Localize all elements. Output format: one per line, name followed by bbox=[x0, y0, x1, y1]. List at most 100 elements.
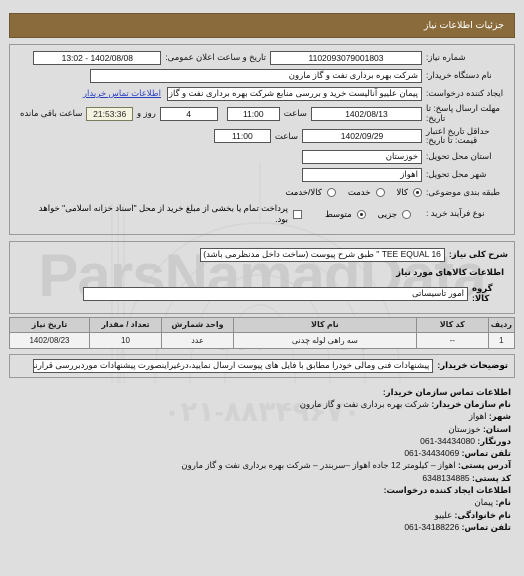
contact-field-fax-key: دورنگار: bbox=[477, 435, 511, 446]
goods-group-value: امور تاسیساتی bbox=[83, 286, 468, 301]
countdown-timer-label: ساعت باقی مانده bbox=[20, 108, 83, 119]
contact-field-org-key: نام سازمان خریدار: bbox=[431, 398, 511, 409]
contact-org-heading: اطلاعات تماس سازمان خریدار: bbox=[382, 386, 511, 397]
contact-field-province-value: خوزستان bbox=[448, 423, 481, 434]
cell-name: سه راهی لوله چدنی bbox=[233, 331, 417, 349]
radio-category-goods-service-label: کالا/خدمت bbox=[285, 187, 322, 198]
contact-field-org-value: شرکت بهره برداری نفت و گاز مارون bbox=[299, 398, 429, 409]
items-table: ردیف کد کالا نام کالا واحد شمارش تعداد /… bbox=[9, 316, 516, 349]
contact-field-org: نام سازمان خریدار: شرکت بهره برداری نفت … bbox=[13, 398, 511, 410]
contact-field-city-value: اهواز bbox=[468, 411, 487, 422]
contact-field-postal-key: کد پستی: bbox=[472, 472, 511, 483]
radio-process-medium-label: متوسط bbox=[324, 208, 352, 219]
radio-category-goods[interactable] bbox=[413, 188, 422, 198]
cell-radif: 1 bbox=[487, 331, 516, 349]
col-header-qty: تعداد / مقدار bbox=[89, 316, 162, 333]
contact-field-fax: دورنگار: 34434080-061 bbox=[13, 435, 511, 447]
contact-info-block: اطلاعات تماس سازمان خریدار: نام سازمان خ… bbox=[9, 386, 515, 534]
deadline-time-value: 11:00 bbox=[226, 106, 280, 121]
col-header-date: تاریخ نیاز bbox=[9, 316, 90, 333]
col-header-radif: ردیف bbox=[487, 316, 516, 333]
contact-field-province: استان: خوزستان bbox=[13, 423, 511, 435]
summary-label: شرح کلی نیاز: bbox=[448, 248, 508, 259]
cell-date: 1402/08/23 bbox=[9, 331, 90, 349]
deadline-time-label: ساعت bbox=[283, 108, 307, 119]
contact-field-fax-value: 34434080-061 bbox=[420, 435, 476, 446]
remaining-days-label: روز و bbox=[137, 108, 156, 119]
buyer-notes-label: توضیحات خریدار: bbox=[437, 360, 508, 371]
price-validity-date-value: 1402/09/29 bbox=[302, 129, 422, 144]
requester-value: پیمان علییو آنالیست خرید و بررسی منابع ش… bbox=[167, 86, 422, 101]
contact-field-phone-key: تلفن تماس: bbox=[461, 448, 511, 459]
need-number-value: 1102093079001803 bbox=[270, 50, 422, 65]
remaining-days-value: 4 bbox=[159, 106, 218, 121]
table-row: 1 -- سه راهی لوله چدنی عدد 10 1402/08/23 bbox=[9, 331, 516, 349]
deadline-label: مهلت ارسال پاسخ: تا تاریخ: bbox=[426, 103, 500, 123]
goods-info-heading: اطلاعات کالاهای مورد نیاز bbox=[396, 267, 504, 278]
requester-label: ایجاد کننده درخواست: bbox=[426, 87, 504, 98]
radio-category-goods-label: کالا bbox=[396, 187, 408, 198]
requester-field-lastname-value: علییو bbox=[434, 509, 453, 520]
category-radio-group[interactable]: کالا خدمت کالا/خدمت bbox=[276, 187, 422, 198]
page-title: جزئیات اطلاعات نیاز bbox=[9, 13, 515, 38]
radio-process-medium[interactable] bbox=[356, 209, 366, 219]
city-value: اهواز bbox=[302, 167, 422, 182]
col-header-unit: واحد شمارش bbox=[161, 316, 234, 333]
radio-category-goods-service[interactable] bbox=[326, 188, 336, 198]
need-details-panel: شماره نیاز: 1102093079001803 تاریخ و ساع… bbox=[9, 44, 515, 236]
contact-field-address-value: اهواز – کیلومتر 12 جاده اهواز –سربندر – … bbox=[181, 460, 456, 471]
province-label: استان محل تحویل: bbox=[426, 150, 492, 161]
row-summary: شرح کلی نیاز: TEE EQUAL 16 " طبق شرح پیو… bbox=[16, 247, 508, 262]
row-buyer-org: نام دستگاه خریدار: شرکت بهره برداری نفت … bbox=[16, 68, 508, 83]
buyer-notes-value: پیشنهادات فنی ومالی خودرا مطابق با فایل … bbox=[33, 358, 434, 373]
row-category: طبقه بندی موضوعی: کالا خدمت کالا/خدمت bbox=[16, 185, 508, 200]
row-city: شهر محل تحویل: اهواز bbox=[16, 167, 508, 182]
requester-field-firstname: نام: پیمان bbox=[13, 496, 511, 508]
requester-field-lastname: نام خانوادگی: علییو bbox=[13, 509, 511, 521]
goods-group-label: گروه کالا: bbox=[472, 283, 493, 303]
buyer-contact-link[interactable]: اطلاعات تماس خریدار bbox=[83, 88, 167, 99]
contact-field-address: آدرس پستی: اهواز – کیلومتر 12 جاده اهواز… bbox=[13, 459, 511, 471]
row-process-type: نوع فرآیند خرید : جزیی متوسط پرداخت تمام… bbox=[16, 203, 508, 225]
radio-process-minor[interactable] bbox=[402, 209, 412, 219]
radio-process-minor-label: جزیی bbox=[377, 208, 398, 219]
col-header-name: نام کالا bbox=[233, 316, 417, 333]
contact-field-city-key: شهر: bbox=[488, 411, 511, 422]
buyer-notes-panel: توضیحات خریدار: پیشنهادات فنی ومالی خودر… bbox=[9, 353, 515, 378]
col-header-code: کد کالا bbox=[415, 316, 489, 333]
contact-requester-heading: اطلاعات ایجاد کننده درخواست: bbox=[383, 485, 511, 496]
price-validity-time-value: 11:00 bbox=[213, 129, 271, 144]
countdown-timer: 21:53:36 bbox=[86, 106, 134, 121]
city-label: شهر محل تحویل: bbox=[426, 168, 487, 179]
summary-value: TEE EQUAL 16 " طبق شرح پیوست (ساخت داخل … bbox=[199, 247, 445, 262]
province-value: خوزستان bbox=[302, 149, 422, 164]
cell-qty: 10 bbox=[89, 331, 162, 349]
row-goods-group: گروه کالا: امور تاسیساتی bbox=[16, 283, 508, 304]
row-need-number: شماره نیاز: 1102093079001803 تاریخ و ساع… bbox=[16, 50, 508, 65]
requester-field-phone: تلفن تماس: 34188226-061 bbox=[13, 521, 511, 533]
row-province: استان محل تحویل: خوزستان bbox=[16, 149, 508, 164]
contact-field-phone-value: 34434069-061 bbox=[404, 448, 460, 459]
page-root: ParsNamadData مرکز اطلاعات پارس نماد داد… bbox=[0, 13, 524, 576]
page-title-text: جزئیات اطلاعات نیاز bbox=[423, 20, 504, 31]
requester-field-phone-value: 34188226-061 bbox=[404, 522, 460, 533]
requester-field-phone-key: تلفن تماس: bbox=[461, 522, 511, 533]
public-announce-value: 1402/08/08 - 13:02 bbox=[33, 50, 162, 65]
public-announce-label: تاریخ و ساعت اعلان عمومی: bbox=[165, 52, 266, 62]
need-number-label: شماره نیاز: bbox=[426, 51, 466, 62]
row-requester: ایجاد کننده درخواست: پیمان علییو آنالیست… bbox=[16, 86, 508, 101]
requester-field-firstname-value: پیمان bbox=[474, 497, 494, 508]
contact-field-postal-value: 6348134885 bbox=[422, 472, 470, 483]
process-type-radio-group[interactable]: جزیی متوسط پرداخت تمام یا بخشی از مبلغ خ… bbox=[16, 203, 422, 225]
process-type-label: نوع فرآیند خرید : bbox=[426, 208, 485, 219]
checkbox-treasury-bonds-label: پرداخت تمام یا بخشی از مبلغ خرید از محل … bbox=[38, 203, 288, 225]
radio-category-service[interactable] bbox=[375, 188, 385, 198]
deadline-date-value: 1402/08/13 bbox=[310, 106, 422, 121]
requester-field-lastname-key: نام خانوادگی: bbox=[454, 509, 511, 520]
items-table-header-row: ردیف کد کالا نام کالا واحد شمارش تعداد /… bbox=[9, 316, 516, 333]
row-deadline: مهلت ارسال پاسخ: تا تاریخ: 1402/08/13 سا… bbox=[16, 103, 508, 124]
row-price-validity: حداقل تاریخ اعتبار قیمت: تا تاریخ: 1402/… bbox=[16, 126, 508, 147]
contact-field-address-key: آدرس پستی: bbox=[457, 460, 511, 471]
price-validity-time-label: ساعت bbox=[274, 130, 298, 141]
checkbox-treasury-bonds[interactable] bbox=[292, 209, 302, 219]
